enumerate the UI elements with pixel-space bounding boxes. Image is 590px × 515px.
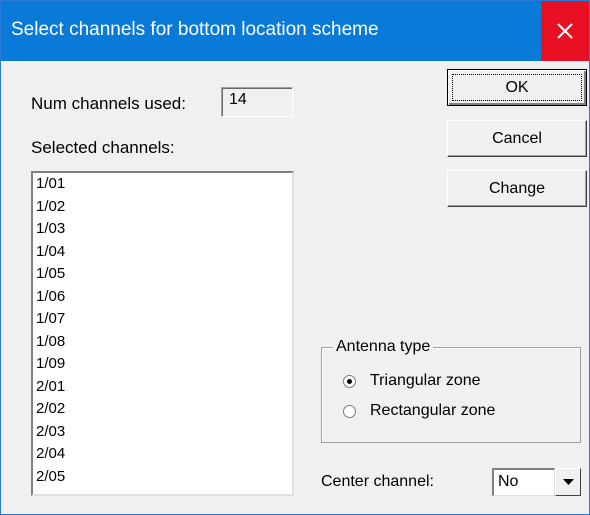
radio-selected-dot bbox=[347, 378, 352, 384]
list-item[interactable]: 1/07 bbox=[33, 308, 292, 331]
change-button[interactable]: Change bbox=[447, 170, 587, 207]
antenna-type-legend: Antenna type bbox=[333, 338, 434, 356]
close-icon bbox=[556, 22, 574, 40]
num-channels-label: Num channels used: bbox=[31, 94, 186, 113]
radio-button[interactable] bbox=[343, 374, 356, 388]
radio-label: Triangular zone bbox=[370, 372, 481, 389]
list-item[interactable]: 2/04 bbox=[33, 443, 292, 466]
antenna-type-group bbox=[321, 347, 581, 443]
radio-triangular-zone[interactable]: Triangular zone bbox=[343, 370, 481, 392]
chevron-down-icon bbox=[562, 473, 574, 491]
list-item[interactable]: 1/05 bbox=[33, 263, 292, 286]
radio-button[interactable] bbox=[343, 404, 356, 418]
list-item[interactable]: 1/08 bbox=[33, 331, 292, 354]
ok-button[interactable]: OK bbox=[447, 69, 587, 106]
list-item[interactable]: 2/03 bbox=[33, 421, 292, 444]
center-channel-label: Center channel: bbox=[321, 473, 434, 490]
list-item[interactable]: 1/09 bbox=[33, 353, 292, 376]
close-button[interactable] bbox=[541, 1, 589, 61]
center-channel-dropdown-button[interactable] bbox=[555, 468, 581, 496]
list-item[interactable]: 1/02 bbox=[33, 196, 292, 219]
list-item[interactable]: 1/03 bbox=[33, 218, 292, 241]
change-button-label: Change bbox=[488, 179, 546, 197]
selected-channels-list[interactable]: 1/01 1/02 1/03 1/04 1/05 1/06 1/07 1/08 1/09 2/01… bbox=[31, 171, 294, 496]
list-item[interactable]: 1/01 bbox=[33, 173, 292, 196]
center-channel-select[interactable]: No bbox=[492, 468, 555, 496]
list-item[interactable]: 2/01 bbox=[33, 376, 292, 399]
list-item[interactable]: 1/04 bbox=[33, 241, 292, 264]
list-item[interactable]: 1/06 bbox=[33, 286, 292, 309]
dialog-window: Select channels for bottom location sche… bbox=[0, 0, 590, 515]
list-item[interactable]: 2/02 bbox=[33, 398, 292, 421]
window-title: Select channels for bottom location sche… bbox=[11, 19, 379, 40]
radio-rectangular-zone[interactable]: Rectangular zone bbox=[343, 400, 495, 422]
list-item[interactable]: 2/05 bbox=[33, 466, 292, 489]
cancel-button[interactable]: Cancel bbox=[447, 120, 587, 157]
selected-channels-label: Selected channels: bbox=[31, 138, 175, 157]
focus-rect bbox=[452, 74, 582, 101]
radio-label: Rectangular zone bbox=[370, 402, 496, 419]
cancel-button-label: Cancel bbox=[492, 129, 542, 147]
num-channels-field: 14 bbox=[221, 87, 293, 117]
title-bar[interactable]: Select channels for bottom location sche… bbox=[1, 1, 589, 61]
